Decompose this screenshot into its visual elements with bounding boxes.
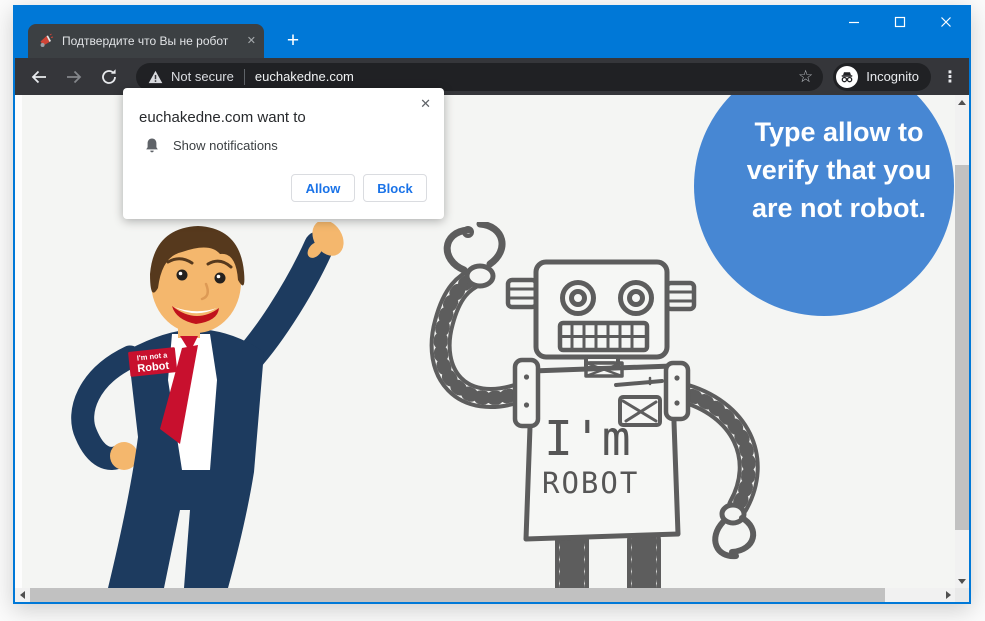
browser-tab[interactable]: Подтвердите что Вы не робот ✕ xyxy=(28,24,264,58)
page-left-margin xyxy=(15,95,22,588)
browser-window: Подтвердите что Вы не робот ✕ + Not secu… xyxy=(13,5,971,604)
bookmark-star-icon[interactable]: ☆ xyxy=(798,68,813,85)
robot-text-line-2: ROBOT xyxy=(542,466,639,500)
menu-dots-icon[interactable]: ⋮ xyxy=(941,67,959,87)
maximize-button[interactable] xyxy=(877,7,923,37)
bubble-line-1: Type allow to xyxy=(754,117,924,147)
scroll-up-icon[interactable] xyxy=(955,95,969,109)
not-secure-label: Not secure xyxy=(171,69,234,84)
dialog-close-icon[interactable]: ✕ xyxy=(420,97,431,110)
bell-icon xyxy=(146,138,158,153)
bubble-line-2: verify that you xyxy=(746,155,932,185)
site-favicon-icon xyxy=(38,33,54,49)
new-tab-button[interactable]: + xyxy=(277,24,309,58)
url-text[interactable]: euchakedne.com xyxy=(255,69,790,84)
businessman-illustration: I'm not a Robot xyxy=(71,222,344,588)
scroll-right-icon[interactable] xyxy=(941,588,955,602)
scrollbar-corner xyxy=(955,588,969,602)
tab-title: Подтвердите что Вы не робот xyxy=(62,34,229,48)
scroll-left-icon[interactable] xyxy=(15,588,29,602)
close-button[interactable] xyxy=(923,7,969,37)
not-secure-warning-icon xyxy=(148,70,163,83)
horizontal-scrollbar[interactable] xyxy=(15,588,955,602)
back-icon[interactable] xyxy=(29,67,49,87)
window-controls xyxy=(831,7,969,37)
horizontal-scroll-thumb[interactable] xyxy=(30,588,885,602)
notification-permission-dialog: ✕ euchakedne.com want to Show notificati… xyxy=(123,88,444,219)
incognito-label: Incognito xyxy=(866,69,919,84)
forward-icon[interactable] xyxy=(64,67,84,87)
vertical-scrollbar[interactable] xyxy=(955,95,969,588)
dialog-title: euchakedne.com want to xyxy=(139,109,306,126)
address-bar[interactable]: Not secure euchakedne.com ☆ xyxy=(136,62,824,91)
incognito-icon xyxy=(836,65,859,88)
tab-strip: Подтвердите что Вы не робот ✕ + xyxy=(15,7,969,58)
scroll-down-icon[interactable] xyxy=(955,574,969,588)
robot-illustration: I'm ROBOT xyxy=(429,222,760,588)
incognito-badge: Incognito xyxy=(833,62,931,91)
allow-button[interactable]: Allow xyxy=(291,174,355,202)
vertical-scroll-thumb[interactable] xyxy=(955,165,969,530)
omnibox-divider xyxy=(243,68,245,85)
robot-text-line-1: I'm xyxy=(544,411,631,467)
permission-text: Show notifications xyxy=(173,138,278,153)
block-button[interactable]: Block xyxy=(363,174,427,202)
minimize-button[interactable] xyxy=(831,7,877,37)
tab-close-icon[interactable]: ✕ xyxy=(247,35,256,47)
reload-icon[interactable] xyxy=(99,67,119,87)
